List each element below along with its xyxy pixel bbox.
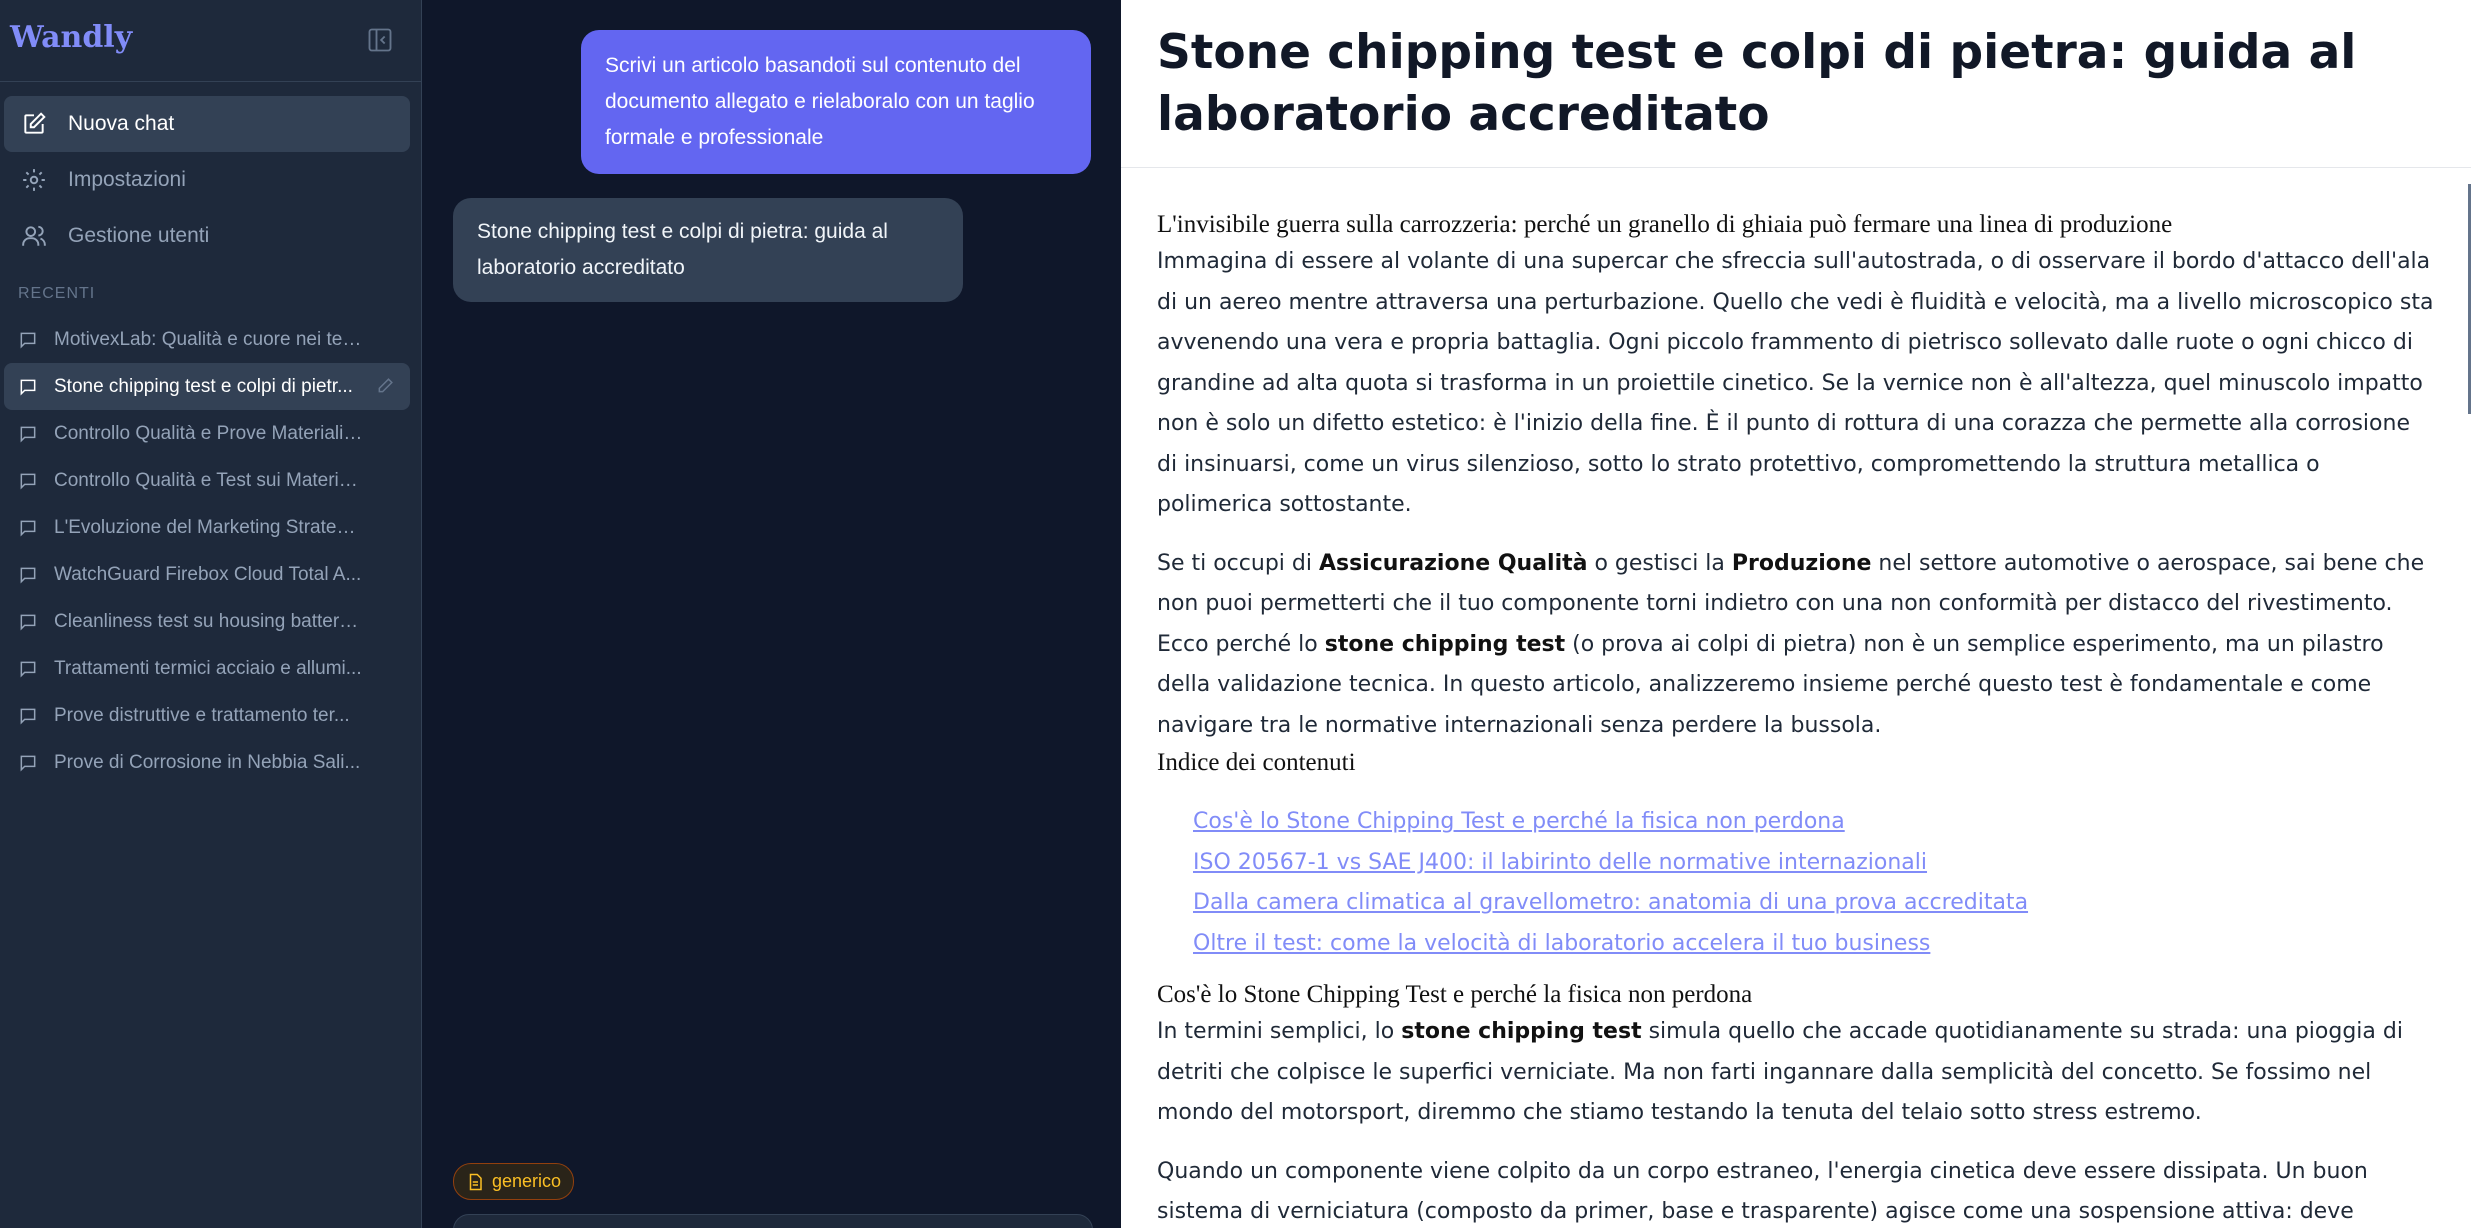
- bold-run: Produzione: [1731, 550, 1872, 576]
- chat-bubble-icon: [18, 329, 40, 351]
- brand-logo[interactable]: Wandly: [10, 20, 132, 55]
- recent-chat-item[interactable]: L'Evoluzione del Marketing Strategi...: [4, 504, 410, 551]
- document-icon: [466, 1173, 484, 1191]
- chat-bubble-icon: [18, 470, 40, 492]
- new-chat-label: Nuova chat: [68, 112, 175, 135]
- recent-chat-title: MotivexLab: Qualità e cuore nei tes...: [54, 328, 364, 350]
- context-paragraph: Se ti occupi di Assicurazione Qualità o …: [1157, 544, 2435, 747]
- text-run: Se ti occupi di: [1157, 550, 1319, 576]
- recent-chat-item[interactable]: Prove distruttive e trattamento ter...: [4, 692, 410, 739]
- recent-chat-item[interactable]: Controllo Qualità e Prove Materiali ...: [4, 410, 410, 457]
- recent-section-label: RECENTI: [18, 285, 96, 302]
- recent-chats-list: MotivexLab: Qualità e cuore nei tes... S…: [4, 316, 410, 786]
- table-of-contents: Cos'è lo Stone Chipping Test e perché la…: [1157, 780, 2435, 964]
- assistant-message[interactable]: Stone chipping test e colpi di pietra: g…: [453, 198, 963, 302]
- sidebar-collapse-icon[interactable]: [366, 26, 394, 54]
- document-panel: Stone chipping test e colpi di pietra: g…: [1121, 0, 2471, 1228]
- sidebar: Wandly Nuova chat Impostazioni Gestione …: [0, 0, 422, 1228]
- document-title: Stone chipping test e colpi di pietra: g…: [1157, 25, 2357, 142]
- recent-chat-title: Prove di Corrosione in Nebbia Sali...: [54, 751, 361, 773]
- recent-chat-item[interactable]: Controllo Qualità e Test sui Materia...: [4, 457, 410, 504]
- message-composer[interactable]: [453, 1214, 1093, 1228]
- toc-link[interactable]: Dalla camera climatica al gravellometro:…: [1193, 883, 2435, 924]
- user-management-label: Gestione utenti: [68, 224, 210, 247]
- text-run: In termini semplici, lo: [1157, 1019, 1402, 1044]
- recent-chat-title: Stone chipping test e colpi di pietr...: [54, 375, 353, 397]
- recent-chat-item[interactable]: Prove di Corrosione in Nebbia Sali...: [4, 739, 410, 786]
- text-run: o gestisci la: [1587, 550, 1732, 576]
- chat-bubble-icon: [18, 564, 40, 586]
- recent-chat-title: Controllo Qualità e Prove Materiali ...: [54, 422, 364, 444]
- toc-link[interactable]: Oltre il test: come la velocità di labor…: [1193, 924, 2435, 965]
- intro-heading: L'invisibile guerra sulla carrozzeria: p…: [1157, 211, 2173, 238]
- users-icon: [20, 222, 48, 250]
- intro-paragraph: Immagina di essere al volante di una sup…: [1157, 249, 2434, 517]
- recent-chat-title: Cleanliness test su housing battery:...: [54, 610, 364, 632]
- recent-chat-title: WatchGuard Firebox Cloud Total A...: [54, 563, 362, 585]
- recent-chat-item[interactable]: MotivexLab: Qualità e cuore nei tes...: [4, 316, 410, 363]
- attachment-tag[interactable]: generico: [453, 1163, 575, 1200]
- chat-bubble-icon: [18, 611, 40, 633]
- recent-chat-item[interactable]: Cleanliness test su housing battery:...: [4, 598, 410, 645]
- chat-bubble-icon: [18, 517, 40, 539]
- section-paragraph: In termini semplici, lo stone chipping t…: [1157, 1012, 2435, 1134]
- gear-icon: [20, 166, 48, 194]
- document-body: L'invisibile guerra sulla carrozzeria: p…: [1121, 168, 2471, 1228]
- chat-bubble-icon: [18, 752, 40, 774]
- sidebar-nav: Nuova chat Impostazioni Gestione utenti: [4, 96, 410, 264]
- recent-chat-title: L'Evoluzione del Marketing Strategi...: [54, 516, 364, 538]
- toc-link[interactable]: ISO 20567-1 vs SAE J400: il labirinto de…: [1193, 843, 2435, 884]
- edit-pencil-icon[interactable]: [376, 375, 398, 397]
- section-paragraph: Quando un componente viene colpito da un…: [1157, 1158, 2368, 1225]
- chat-bubble-icon: [18, 423, 40, 445]
- chat-bubble-icon: [18, 705, 40, 727]
- recent-chat-item[interactable]: Trattamenti termici acciaio e allumi...: [4, 645, 410, 692]
- pencil-square-icon: [20, 110, 48, 138]
- settings-button[interactable]: Impostazioni: [4, 152, 410, 208]
- recent-chat-item[interactable]: WatchGuard Firebox Cloud Total A...: [4, 551, 410, 598]
- bold-run: stone chipping test: [1324, 631, 1566, 657]
- section-heading: Cos'è lo Stone Chipping Test e perché la…: [1157, 981, 1753, 1008]
- settings-label: Impostazioni: [68, 168, 186, 191]
- toc-heading: Indice dei contenuti: [1157, 749, 1356, 776]
- document-header: Stone chipping test e colpi di pietra: g…: [1121, 0, 2471, 168]
- chat-bubble-icon: [18, 658, 40, 680]
- user-message: Scrivi un articolo basandoti sul contenu…: [581, 30, 1091, 174]
- bold-run: Assicurazione Qualità: [1318, 550, 1588, 576]
- recent-chat-title: Prove distruttive e trattamento ter...: [54, 704, 350, 726]
- recent-chat-item-active[interactable]: Stone chipping test e colpi di pietr...: [4, 363, 410, 410]
- recent-chat-title: Trattamenti termici acciaio e allumi...: [54, 657, 362, 679]
- bold-run: stone chipping test: [1401, 1019, 1642, 1044]
- toc-link[interactable]: Cos'è lo Stone Chipping Test e perché la…: [1193, 802, 2435, 843]
- recent-chat-title: Controllo Qualità e Test sui Materia...: [54, 469, 364, 491]
- chat-panel: Scrivi un articolo basandoti sul contenu…: [423, 0, 1121, 1228]
- user-management-button[interactable]: Gestione utenti: [4, 208, 410, 264]
- sidebar-header: Wandly: [0, 0, 421, 82]
- new-chat-button[interactable]: Nuova chat: [4, 96, 410, 152]
- chat-bubble-icon: [18, 376, 40, 398]
- attachment-tag-label: generico: [492, 1171, 562, 1191]
